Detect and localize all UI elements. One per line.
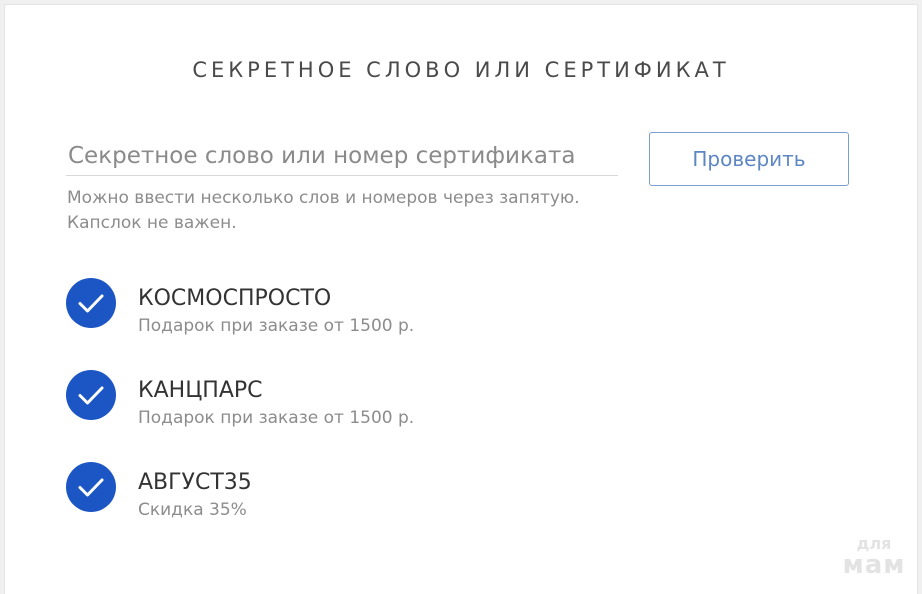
hint-line-1: Можно ввести несколько слов и номеров че… bbox=[67, 188, 580, 208]
code-description: Подарок при заказе от 1500 р. bbox=[138, 408, 415, 428]
input-hint: Можно ввести несколько слов и номеров че… bbox=[67, 186, 647, 236]
panel-title: СЕКРЕТНОЕ СЛОВО ИЛИ СЕРТИФИКАТ bbox=[192, 58, 730, 82]
code-name: АВГУСТ35 bbox=[138, 470, 252, 495]
list-item: КАНЦПАРС Подарок при заказе от 1500 р. bbox=[66, 370, 666, 462]
check-icon bbox=[66, 278, 116, 328]
watermark-logo: для мам bbox=[836, 536, 912, 584]
code-description: Подарок при заказе от 1500 р. bbox=[138, 316, 415, 336]
check-icon bbox=[66, 370, 116, 420]
code-description: Скидка 35% bbox=[138, 500, 247, 520]
code-name: КАНЦПАРС bbox=[138, 378, 263, 403]
hint-line-2: Капслок не важен. bbox=[67, 213, 237, 233]
check-icon bbox=[66, 462, 116, 512]
check-button[interactable]: Проверить bbox=[649, 132, 849, 186]
secret-word-input[interactable] bbox=[66, 136, 618, 176]
list-item: АВГУСТ35 Скидка 35% bbox=[66, 462, 666, 554]
list-item: КОСМОСПРОСТО Подарок при заказе от 1500 … bbox=[66, 278, 666, 370]
applied-codes-list: КОСМОСПРОСТО Подарок при заказе от 1500 … bbox=[66, 278, 666, 554]
code-name: КОСМОСПРОСТО bbox=[138, 286, 332, 311]
watermark-line-2: мам bbox=[842, 550, 906, 580]
